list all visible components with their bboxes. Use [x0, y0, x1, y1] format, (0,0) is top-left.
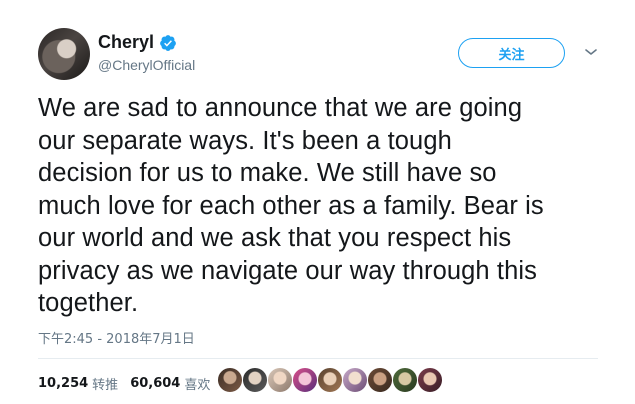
- liker-avatar[interactable]: [317, 367, 343, 393]
- retweet-label[interactable]: 转推: [92, 374, 118, 393]
- user-handle[interactable]: @CherylOfficial: [98, 57, 195, 73]
- tweet-text-line: privacy as we navigate our way through t…: [38, 256, 537, 285]
- liker-avatar[interactable]: [342, 367, 368, 393]
- tweet-timestamp[interactable]: 下午2:45 - 2018年7月1日: [38, 328, 195, 347]
- liker-avatar[interactable]: [367, 367, 393, 393]
- tweet-text-line: our world and we ask that you respect hi…: [38, 224, 512, 252]
- liker-avatar[interactable]: [267, 367, 293, 393]
- divider: [38, 358, 598, 359]
- tweet-text: We are sad to announce that we are going…: [38, 92, 613, 320]
- tweet-text-line: our separate ways. It's been a tough: [38, 126, 452, 155]
- tweet-text-line: decision for us to make. We still have s…: [38, 159, 497, 187]
- liker-avatar[interactable]: [392, 367, 418, 393]
- liker-avatar[interactable]: [292, 367, 318, 393]
- user-name[interactable]: Cheryl: [98, 32, 154, 53]
- user-name-row: Cheryl: [98, 32, 177, 53]
- liker-avatar[interactable]: [217, 367, 243, 393]
- retweet-count[interactable]: 10,254: [38, 376, 88, 391]
- tweet-text-line: much love for each other as a family. Be…: [38, 191, 544, 220]
- follow-button[interactable]: 关注: [458, 38, 565, 68]
- chevron-down-icon[interactable]: [583, 44, 599, 60]
- like-label[interactable]: 喜欢: [184, 374, 210, 393]
- verified-badge-icon: [160, 34, 176, 51]
- tweet-stats: 10,254 转推 60,604 喜欢: [38, 374, 222, 393]
- like-count[interactable]: 60,604: [130, 376, 180, 391]
- liker-avatars: [217, 367, 443, 393]
- liker-avatar[interactable]: [417, 367, 443, 393]
- avatar[interactable]: [38, 28, 90, 80]
- liker-avatar[interactable]: [242, 367, 268, 393]
- tweet-card: Cheryl @CherylOfficial 关注 We are sad to …: [0, 0, 635, 404]
- tweet-text-line: together.: [38, 289, 139, 317]
- tweet-text-line: We are sad to announce that we are going: [38, 94, 523, 122]
